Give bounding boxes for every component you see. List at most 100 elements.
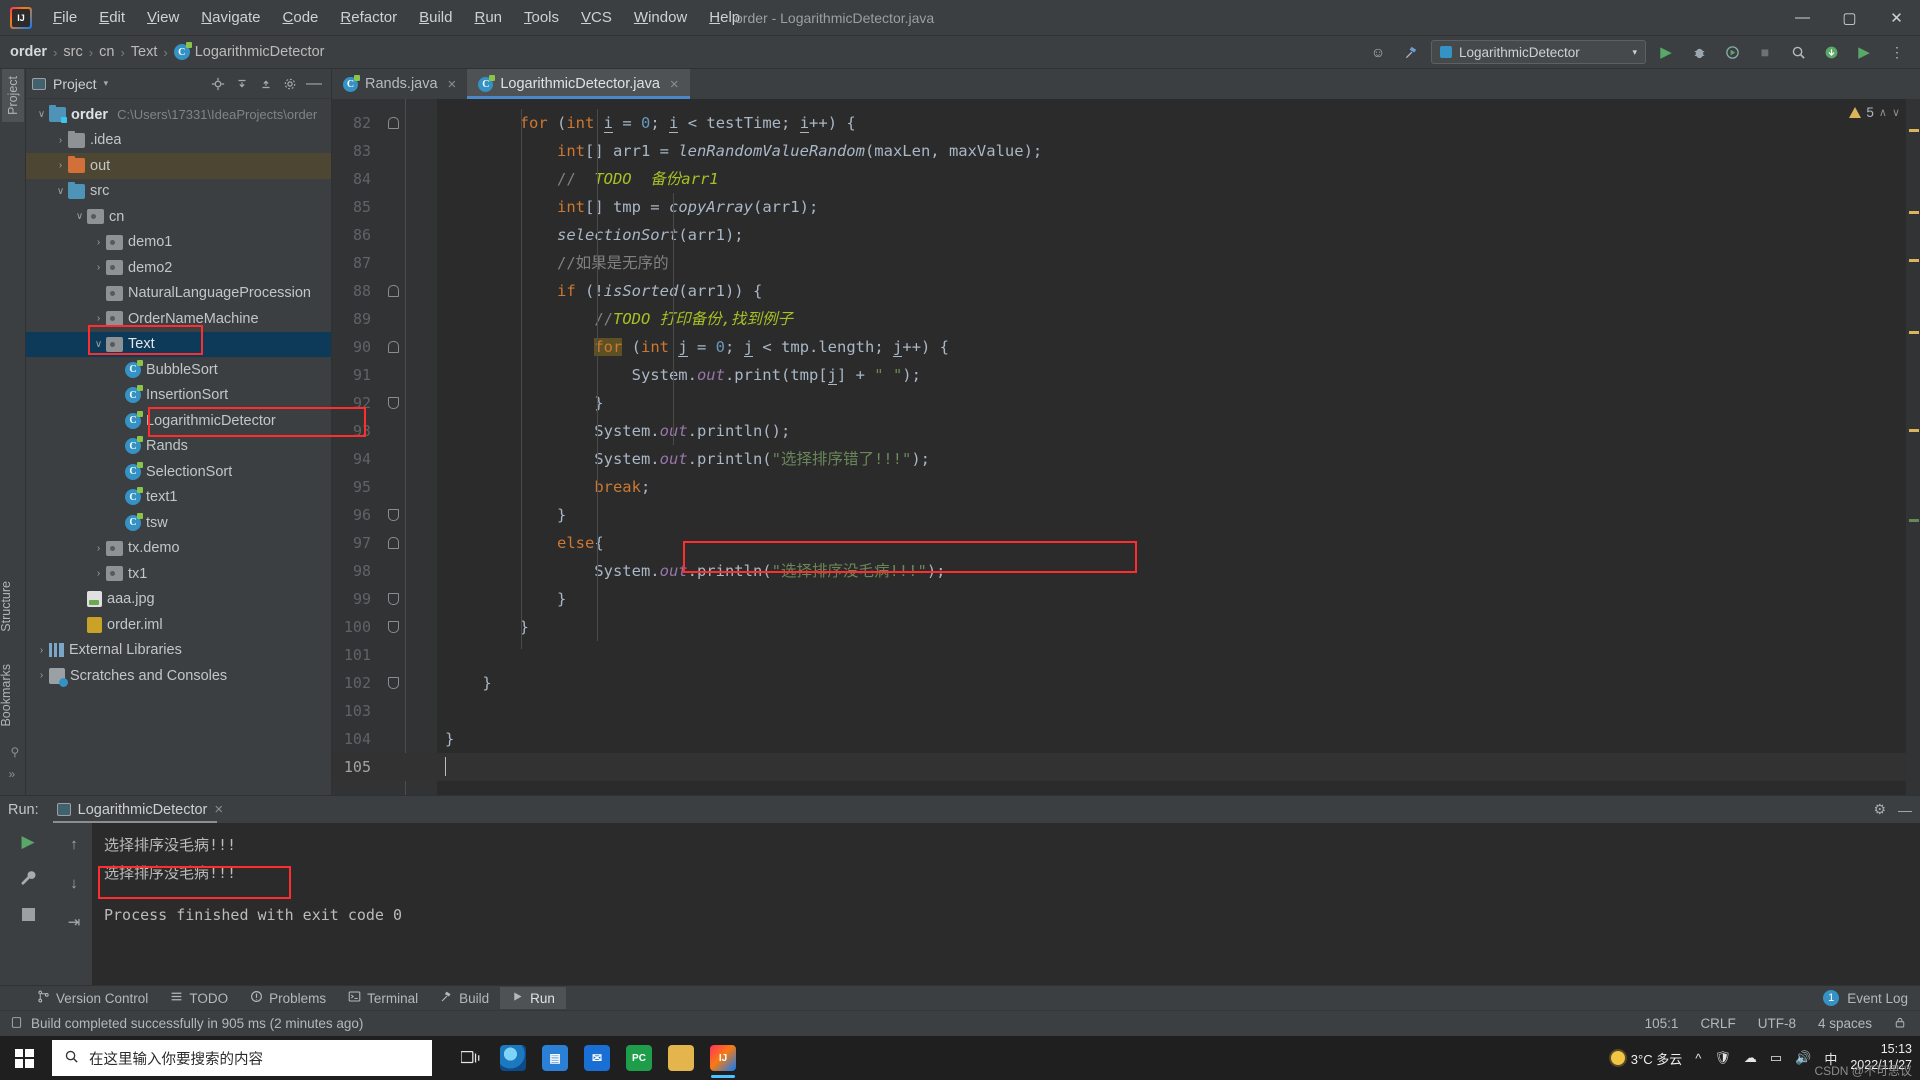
code-line-103[interactable] (437, 697, 1906, 725)
fold-open-icon[interactable] (388, 537, 399, 549)
line-number-104[interactable]: 104 (332, 725, 437, 753)
chevron-right-icon[interactable]: › (91, 313, 106, 324)
expand-all-icon[interactable] (231, 73, 253, 95)
tree-node-external-libraries[interactable]: › External Libraries (26, 638, 331, 664)
hide-panel-icon[interactable]: — (1898, 802, 1912, 818)
code-line-93[interactable]: System.out.println(); (437, 417, 1906, 445)
line-number-87[interactable]: 87 (332, 249, 437, 277)
chevron-right-icon[interactable]: › (53, 135, 68, 146)
tree-node-scratches-and-consoles[interactable]: › Scratches and Consoles (26, 663, 331, 689)
tool-window-button-terminal[interactable]: Terminal (337, 987, 429, 1009)
warning-marker[interactable] (1909, 129, 1919, 132)
chevron-right-icon[interactable]: › (91, 543, 106, 554)
code-line-88[interactable]: if (!isSorted(arr1)) { (437, 277, 1906, 305)
warning-marker[interactable] (1909, 259, 1919, 262)
expand-strip-icon[interactable]: » (9, 767, 16, 781)
wrench-icon[interactable] (15, 865, 41, 891)
menu-item-run[interactable]: Run (463, 3, 513, 32)
close-button[interactable]: ✕ (1873, 0, 1920, 36)
menu-bar[interactable]: File Edit View Navigate Code Refactor Build Run… (42, 3, 751, 32)
line-number-83[interactable]: 83 (332, 137, 437, 165)
breadcrumb-item-cn[interactable]: cn (99, 44, 114, 60)
down-arrow-icon[interactable]: ↓ (61, 870, 87, 896)
code-line-92[interactable]: } (437, 389, 1906, 417)
tree-node-ordernamemachine[interactable]: › OrderNameMachine (26, 306, 331, 332)
line-number-92[interactable]: 92 (332, 389, 437, 417)
run-button[interactable]: ▶ (1653, 40, 1679, 64)
line-number-105[interactable]: 105 (332, 753, 437, 781)
cloud-icon[interactable]: ☁ (1744, 1050, 1757, 1066)
menu-item-tools[interactable]: Tools (513, 3, 570, 32)
sidebar-item-structure[interactable]: Structure (0, 574, 17, 639)
console-output[interactable]: 选择排序没毛病!!! 选择排序没毛病!!! Process finished wit… (92, 823, 1920, 985)
project-panel-title[interactable]: Project ▾ (32, 76, 108, 92)
tree-node-tsw[interactable]: tsw (26, 510, 331, 536)
code-line-83[interactable]: int[] arr1 = lenRandomValueRandom(maxLen… (437, 137, 1906, 165)
code-line-84[interactable]: // TODO 备份arr1 (437, 165, 1906, 193)
security-icon[interactable]: 🛡 (1714, 1050, 1731, 1066)
line-number-98[interactable]: 98 (332, 557, 437, 585)
warning-marker[interactable] (1909, 211, 1919, 214)
tree-node-order-iml[interactable]: order.iml (26, 612, 331, 638)
tree-node-bubblesort[interactable]: BubbleSort (26, 357, 331, 383)
code-line-94[interactable]: System.out.println("选择排序错了!!!"); (437, 445, 1906, 473)
mail-icon[interactable]: ✉ (576, 1036, 618, 1080)
indent-setting[interactable]: 4 spaces (1818, 1016, 1872, 1031)
edge-icon[interactable] (492, 1036, 534, 1080)
code-content[interactable]: for (int i = 0; i < testTime; i++) { int… (437, 99, 1906, 795)
pycharm-icon[interactable]: PC (618, 1036, 660, 1080)
volume-icon[interactable]: 🔊 (1795, 1050, 1811, 1066)
tree-node-tx1[interactable]: › tx1 (26, 561, 331, 587)
code-line-98[interactable]: System.out.println("选择排序没毛病!!!"); (437, 557, 1906, 585)
breadcrumb-item-text[interactable]: Text (131, 44, 158, 60)
tool-window-button-run[interactable]: Run (500, 987, 566, 1009)
up-arrow-icon[interactable]: ↑ (61, 831, 87, 857)
fold-close-icon[interactable] (388, 621, 399, 633)
tree-node--idea[interactable]: › .idea (26, 128, 331, 154)
line-number-93[interactable]: 93 (332, 417, 437, 445)
tray-expand-icon[interactable]: ^ (1695, 1051, 1701, 1066)
taskbar-search[interactable]: 在这里输入你要搜索的内容 (52, 1040, 432, 1076)
tool-window-button-problems[interactable]: Problems (239, 987, 337, 1009)
code-line-100[interactable]: } (437, 613, 1906, 641)
tree-node-rands[interactable]: Rands (26, 434, 331, 460)
fold-close-icon[interactable] (388, 593, 399, 605)
tool-window-button-build[interactable]: Build (429, 987, 500, 1009)
run-with-coverage-button[interactable] (1719, 40, 1745, 64)
code-line-82[interactable]: for (int i = 0; i < testTime; i++) { (437, 109, 1906, 137)
chevron-down-icon[interactable]: ∨ (72, 211, 87, 222)
line-number-103[interactable]: 103 (332, 697, 437, 725)
line-number-96[interactable]: 96 (332, 501, 437, 529)
line-number-89[interactable]: 89 (332, 305, 437, 333)
run-tab[interactable]: LogarithmicDetector × (49, 798, 232, 823)
line-number-90[interactable]: 90 (332, 333, 437, 361)
breadcrumb-item-src[interactable]: src (63, 44, 82, 60)
maximize-button[interactable]: ▢ (1826, 0, 1873, 36)
menu-item-refactor[interactable]: Refactor (329, 3, 408, 32)
code-line-85[interactable]: int[] tmp = copyArray(arr1); (437, 193, 1906, 221)
stop-icon[interactable] (15, 901, 41, 927)
tree-node-selectionsort[interactable]: SelectionSort (26, 459, 331, 485)
rerun-icon[interactable]: ▶ (15, 829, 41, 855)
code-line-99[interactable]: } (437, 585, 1906, 613)
inspection-widget[interactable]: 5 ∧ ∨ (1849, 105, 1900, 120)
code-line-90[interactable]: for (int j = 0; j < tmp.length; j++) { (437, 333, 1906, 361)
line-number-102[interactable]: 102 (332, 669, 437, 697)
tree-node-cn[interactable]: ∨ cn (26, 204, 331, 230)
close-icon[interactable]: × (670, 76, 679, 93)
chevron-right-icon[interactable]: › (91, 237, 106, 248)
code-line-104[interactable]: } (437, 725, 1906, 753)
line-number-95[interactable]: 95 (332, 473, 437, 501)
warning-marker[interactable] (1909, 429, 1919, 432)
project-tree[interactable]: ∨ order C:\Users\17331\IdeaProjects\order ›… (26, 99, 331, 795)
store-icon[interactable]: ▤ (534, 1036, 576, 1080)
fold-open-icon[interactable] (388, 341, 399, 353)
editor-tab-rands-java[interactable]: Rands.java × (332, 69, 467, 99)
minimize-button[interactable]: — (1779, 0, 1826, 36)
line-separator[interactable]: CRLF (1700, 1016, 1735, 1031)
code-line-86[interactable]: selectionSort(arr1); (437, 221, 1906, 249)
warning-marker[interactable] (1909, 331, 1919, 334)
line-number-101[interactable]: 101 (332, 641, 437, 669)
menu-item-window[interactable]: Window (623, 3, 698, 32)
code-line-95[interactable]: break; (437, 473, 1906, 501)
